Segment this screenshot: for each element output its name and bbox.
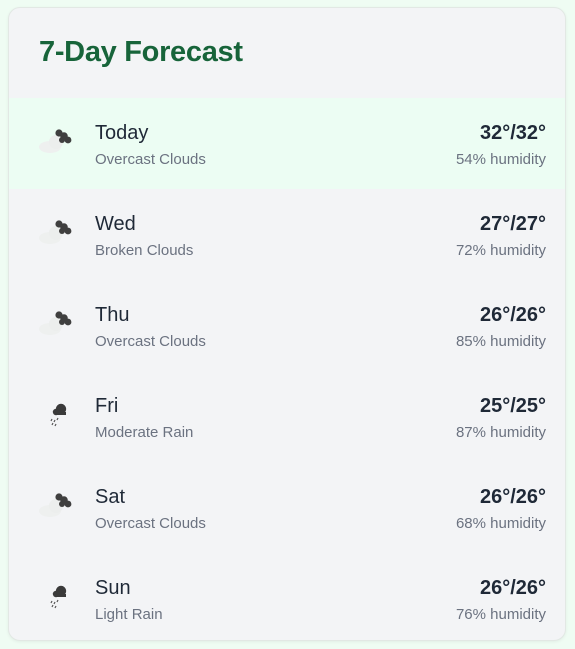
forecast-card: 7-Day Forecast Today Overcast Clouds 32°… <box>8 7 566 641</box>
humidity-value: 85% humidity <box>455 333 546 350</box>
forecast-row-wed[interactable]: Wed Broken Clouds 27°/27° 72% humidity <box>9 189 565 280</box>
forecast-row-sat[interactable]: Sat Overcast Clouds 26°/26° 68% humidity <box>9 462 565 553</box>
temperature-range: 32°/32° <box>479 122 546 144</box>
temperature-range: 26°/26° <box>479 486 546 508</box>
weather-description: Overcast Clouds <box>95 515 206 532</box>
weather-description: Light Rain <box>95 606 163 623</box>
day-label: Sun <box>95 577 131 599</box>
day-label: Thu <box>95 304 130 326</box>
day-label: Today <box>95 122 149 144</box>
temperature-range: 26°/26° <box>479 304 546 326</box>
weather-description: Broken Clouds <box>95 242 194 259</box>
forecast-row-thu[interactable]: Thu Overcast Clouds 26°/26° 85% humidity <box>9 280 565 371</box>
cloud-icon <box>35 211 75 251</box>
rain-icon <box>35 575 75 615</box>
weather-description: Overcast Clouds <box>95 333 206 350</box>
cloud-icon <box>35 120 75 160</box>
weather-description: Moderate Rain <box>95 424 194 441</box>
humidity-value: 54% humidity <box>455 151 546 168</box>
forecast-row-today[interactable]: Today Overcast Clouds 32°/32° 54% humidi… <box>9 98 565 189</box>
day-label: Fri <box>95 395 119 417</box>
forecast-list: Today Overcast Clouds 32°/32° 54% humidi… <box>9 98 565 640</box>
forecast-row-sun[interactable]: Sun Light Rain 26°/26° 76% humidity <box>9 553 565 640</box>
cloud-icon <box>35 302 75 342</box>
forecast-row-fri[interactable]: Fri Moderate Rain 25°/25° 87% humidity <box>9 371 565 462</box>
humidity-value: 76% humidity <box>455 606 546 623</box>
humidity-value: 87% humidity <box>455 424 546 441</box>
forecast-title: 7-Day Forecast <box>39 36 243 68</box>
temperature-range: 27°/27° <box>479 213 546 235</box>
day-label: Sat <box>95 486 126 508</box>
cloud-icon <box>35 484 75 524</box>
day-label: Wed <box>95 213 136 235</box>
temperature-range: 26°/26° <box>479 577 546 599</box>
temperature-range: 25°/25° <box>479 395 546 417</box>
humidity-value: 72% humidity <box>455 242 546 259</box>
weather-description: Overcast Clouds <box>95 151 206 168</box>
humidity-value: 68% humidity <box>455 515 546 532</box>
rain-icon <box>35 393 75 433</box>
